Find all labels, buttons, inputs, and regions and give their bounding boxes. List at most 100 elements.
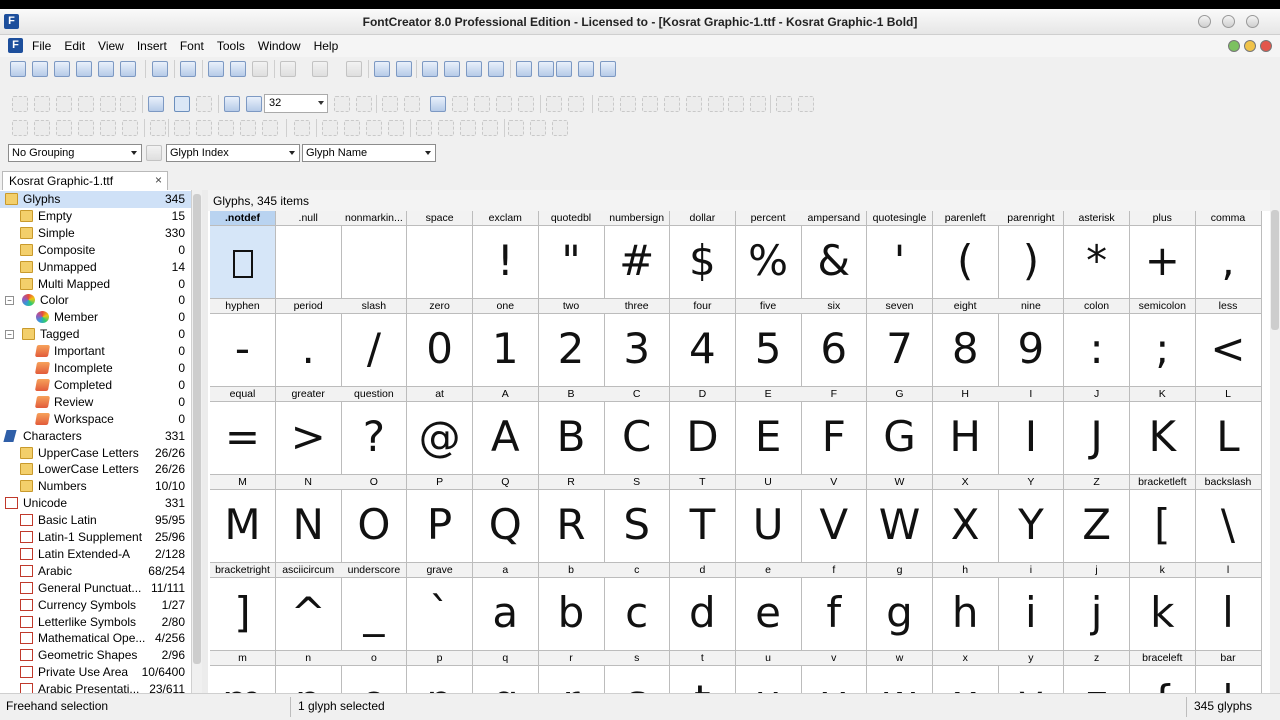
grouping-select[interactable]: No Grouping bbox=[8, 144, 142, 162]
glyph-cell[interactable]: slash / bbox=[341, 299, 408, 387]
tree-item-unmapped[interactable]: Unmapped 14 bbox=[0, 259, 191, 276]
glyph-cell[interactable]: vv bbox=[801, 651, 868, 693]
mdi-close-icon[interactable] bbox=[1260, 40, 1272, 52]
print-icon[interactable] bbox=[152, 61, 168, 77]
glyph-cell[interactable]: MM bbox=[210, 475, 276, 563]
test-icon[interactable] bbox=[538, 61, 554, 77]
tree-item-empty[interactable]: Empty 15 bbox=[0, 208, 191, 225]
refresh-icon[interactable] bbox=[346, 61, 362, 77]
glyph-cell[interactable]: kk bbox=[1129, 563, 1196, 651]
glyph-cell[interactable]: colon: bbox=[1064, 299, 1131, 387]
glyph-cell[interactable]: exclam! bbox=[472, 211, 539, 299]
glyph-cell[interactable]: OO bbox=[341, 475, 408, 563]
glyph-cell[interactable]: LL bbox=[1195, 387, 1262, 475]
glyph-cell[interactable]: less < bbox=[1195, 299, 1262, 387]
glyph-cell[interactable]: II bbox=[998, 387, 1065, 475]
export-icon[interactable] bbox=[120, 61, 136, 77]
tree-item-workspace[interactable]: Workspace 0 bbox=[0, 411, 191, 428]
glyph-cell[interactable]: three 3 bbox=[604, 299, 671, 387]
grid-icon[interactable] bbox=[196, 96, 212, 112]
scissors-icon[interactable] bbox=[344, 120, 360, 136]
redo-icon[interactable] bbox=[312, 61, 328, 77]
menu-insert[interactable]: Insert bbox=[137, 39, 174, 53]
glyph-cell[interactable]: at @ bbox=[407, 387, 474, 475]
glyph-cell[interactable]: nonmarkin... bbox=[341, 211, 408, 299]
glyph-cell[interactable]: rr bbox=[538, 651, 605, 693]
tree-item-review[interactable]: Review 0 bbox=[0, 394, 191, 411]
align-bottom-icon[interactable] bbox=[100, 120, 116, 136]
glyph-cell[interactable]: hyphen - bbox=[210, 299, 276, 387]
maximize-button[interactable] bbox=[1222, 15, 1235, 28]
copy-icon[interactable] bbox=[230, 61, 246, 77]
center-v-icon[interactable] bbox=[240, 120, 256, 136]
document-icon[interactable]: F bbox=[8, 38, 23, 53]
undo-icon[interactable] bbox=[280, 61, 296, 77]
tree-item-unicode[interactable]: Unicode 331 bbox=[0, 495, 191, 512]
menu-help[interactable]: Help bbox=[314, 39, 346, 53]
cut-icon[interactable] bbox=[208, 61, 224, 77]
grid-scrollbar[interactable] bbox=[1270, 190, 1280, 693]
glyph-cell[interactable]: nine 9 bbox=[998, 299, 1065, 387]
glyph-cell[interactable]: numbersign # bbox=[604, 211, 671, 299]
metrics-icon[interactable] bbox=[578, 61, 594, 77]
glyph-cell[interactable]: xx bbox=[932, 651, 999, 693]
tree-item-currency-symbols[interactable]: Currency Symbols 1/27 bbox=[0, 597, 191, 614]
tree-scrollbar[interactable] bbox=[192, 190, 202, 693]
collapse-icon[interactable]: − bbox=[5, 296, 14, 306]
tree-item-uppercase-letters[interactable]: UpperCase Letters 26/26 bbox=[0, 445, 191, 462]
zoom-combo[interactable]: 32 bbox=[264, 94, 328, 113]
tree-item-mathematical-ope[interactable]: Mathematical Ope... 4/256 bbox=[0, 630, 191, 647]
image-icon[interactable] bbox=[430, 96, 446, 112]
glyph-cell[interactable]: four 4 bbox=[669, 299, 736, 387]
glyph-cell[interactable]: oo bbox=[341, 651, 408, 693]
tree-item-glyphs[interactable]: Glyphs 345 bbox=[0, 191, 191, 208]
glyph-cell[interactable]: EE bbox=[735, 387, 802, 475]
tree-item-tagged[interactable]: − Tagged 0 bbox=[0, 326, 191, 343]
align-right-icon[interactable] bbox=[56, 120, 72, 136]
glyph-cell[interactable]: grave ` bbox=[407, 563, 474, 651]
scrollbar-thumb[interactable] bbox=[193, 194, 201, 664]
glyph-cell[interactable]: greater > bbox=[275, 387, 342, 475]
pen-icon[interactable] bbox=[78, 96, 94, 112]
zoom-out-icon[interactable] bbox=[246, 96, 262, 112]
glyph-cell[interactable]: VV bbox=[801, 475, 868, 563]
tree-item-basic-latin[interactable]: Basic Latin 95/95 bbox=[0, 512, 191, 529]
hint-icon[interactable] bbox=[750, 96, 766, 112]
tree-item-geometric-shapes[interactable]: Geometric Shapes 2/96 bbox=[0, 647, 191, 664]
save-icon[interactable] bbox=[76, 61, 92, 77]
merge-icon[interactable] bbox=[388, 120, 404, 136]
composite-icon[interactable] bbox=[798, 96, 814, 112]
resize-icon[interactable] bbox=[262, 120, 278, 136]
glyph-cell[interactable]: AA bbox=[472, 387, 539, 475]
eraser-icon[interactable] bbox=[120, 96, 136, 112]
center-h-icon[interactable] bbox=[218, 120, 234, 136]
glyph-cell[interactable]: five 5 bbox=[735, 299, 802, 387]
add-glyph-icon[interactable] bbox=[374, 61, 390, 77]
save-all-icon[interactable] bbox=[98, 61, 114, 77]
distribute-icon[interactable] bbox=[150, 120, 166, 136]
glyph-cell[interactable]: zero 0 bbox=[407, 299, 474, 387]
sort-select[interactable]: Glyph Index bbox=[166, 144, 300, 162]
open-icon[interactable] bbox=[32, 61, 48, 77]
glyph-cell[interactable]: CC bbox=[604, 387, 671, 475]
glyph-cell[interactable]: six 6 bbox=[801, 299, 868, 387]
ellipse-icon[interactable] bbox=[518, 96, 534, 112]
scale-icon[interactable] bbox=[460, 120, 476, 136]
glyph-cell[interactable]: semicolon; bbox=[1129, 299, 1196, 387]
glyph-cell[interactable]: gg bbox=[867, 563, 933, 651]
properties-icon[interactable] bbox=[294, 120, 310, 136]
tree-item-incomplete[interactable]: Incomplete 0 bbox=[0, 360, 191, 377]
glyph-cell[interactable]: BB bbox=[538, 387, 605, 475]
mirror-icon[interactable] bbox=[416, 120, 432, 136]
zoom-in-icon[interactable] bbox=[224, 96, 240, 112]
glyph-cell[interactable]: period. bbox=[275, 299, 342, 387]
glyph-cell[interactable]: quotedbl " bbox=[538, 211, 605, 299]
menu-tools[interactable]: Tools bbox=[217, 39, 252, 53]
contour-icon[interactable] bbox=[546, 96, 562, 112]
find-icon[interactable] bbox=[180, 61, 196, 77]
glyph-cell[interactable]: dd bbox=[669, 563, 736, 651]
actual-size-icon[interactable] bbox=[356, 96, 372, 112]
align-middle-icon[interactable] bbox=[122, 120, 138, 136]
document-tab[interactable]: Kosrat Graphic-1.ttf × bbox=[2, 171, 168, 190]
font-properties-icon[interactable] bbox=[422, 61, 438, 77]
